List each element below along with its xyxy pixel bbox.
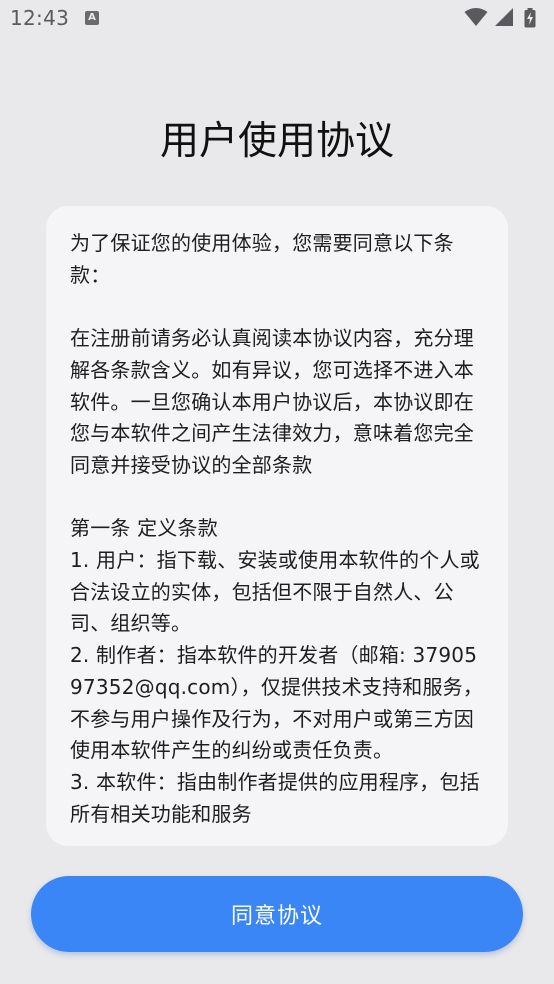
definition-item: 1. 用户：指下载、安装或使用本软件的个人或合法设立的实体，包括但不限于自然人、… <box>70 548 480 636</box>
agreement-intro: 为了保证您的使用体验，您需要同意以下条款： <box>70 231 454 287</box>
wifi-icon <box>464 8 488 26</box>
cell-signal-icon <box>495 8 513 26</box>
definition-item: 3. 本软件：指由制作者提供的应用程序，包括所有相关功能和服务 <box>70 769 480 826</box>
page-title: 用户使用协议 <box>159 119 394 164</box>
status-time: 12:43 <box>10 6 70 30</box>
battery-charging-icon <box>524 8 536 28</box>
status-bar: 12:43 A <box>0 0 554 40</box>
agreement-notice: 在注册前请务必认真阅读本协议内容，充分理解各条款含义。如有异议，您可选择不进入本… <box>70 326 474 477</box>
definition-item: 2. 制作者：指本软件的开发者（邮箱: 3790597352@qq.com），仅… <box>70 643 484 763</box>
agree-button[interactable]: 同意协议 <box>31 876 523 952</box>
status-icons <box>464 7 544 29</box>
agreement-card[interactable]: 为了保证您的使用体验，您需要同意以下条款： 在注册前请务必认真阅读本协议内容，充… <box>46 206 508 846</box>
agreement-scroll-area[interactable]: 为了保证您的使用体验，您需要同意以下条款： 在注册前请务必认真阅读本协议内容，充… <box>70 228 484 846</box>
section-title: 第一条 定义条款 <box>70 516 218 541</box>
notification-icon: A <box>85 11 99 25</box>
